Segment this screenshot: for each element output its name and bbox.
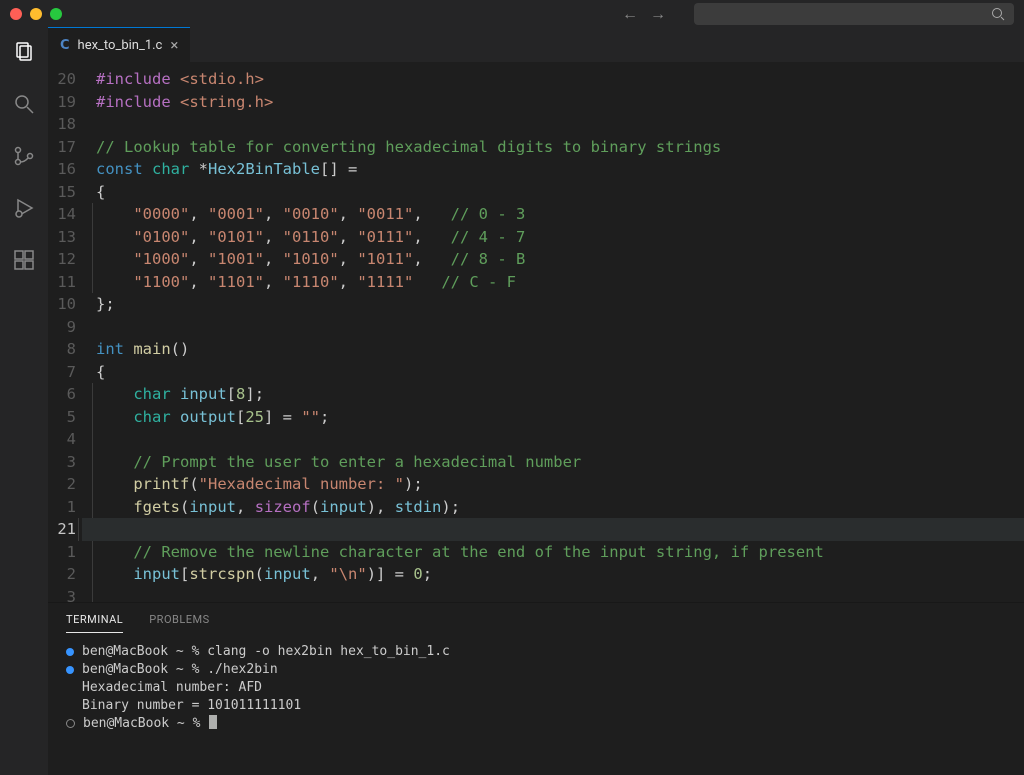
nav-back-icon[interactable]: ← bbox=[622, 4, 638, 24]
search-icon bbox=[990, 6, 1006, 22]
gutter: 201918171615141312111098765432121123 bbox=[48, 62, 82, 602]
minimize-window[interactable] bbox=[30, 8, 42, 20]
tab-bar: C hex_to_bin_1.c × bbox=[48, 28, 1024, 62]
run-icon[interactable] bbox=[8, 192, 40, 224]
terminal[interactable]: ben@MacBook ~ % clang -o hex2bin hex_to_… bbox=[48, 633, 1024, 775]
scm-icon[interactable] bbox=[8, 140, 40, 172]
activity-bar bbox=[0, 28, 48, 775]
tab-terminal[interactable]: TERMINAL bbox=[66, 613, 123, 633]
zoom-window[interactable] bbox=[50, 8, 62, 20]
bottom-panel: TERMINAL PROBLEMS ben@MacBook ~ % clang … bbox=[48, 602, 1024, 775]
code-editor[interactable]: 201918171615141312111098765432121123 #in… bbox=[48, 62, 1024, 602]
close-icon[interactable]: × bbox=[170, 36, 178, 54]
tab-hex-to-bin[interactable]: C hex_to_bin_1.c × bbox=[48, 27, 190, 62]
tab-filename: hex_to_bin_1.c bbox=[78, 38, 163, 53]
file-type-badge: C bbox=[60, 38, 70, 53]
explorer-icon[interactable] bbox=[8, 36, 40, 68]
extensions-icon[interactable] bbox=[8, 244, 40, 276]
code-content[interactable]: #include <stdio.h>#include <string.h> //… bbox=[82, 62, 1024, 602]
tab-problems[interactable]: PROBLEMS bbox=[149, 613, 209, 633]
title-bar: ← → bbox=[0, 0, 1024, 28]
window-controls bbox=[10, 8, 62, 20]
nav-forward-icon[interactable]: → bbox=[650, 4, 666, 24]
search-icon[interactable] bbox=[8, 88, 40, 120]
close-window[interactable] bbox=[10, 8, 22, 20]
command-search[interactable] bbox=[694, 3, 1014, 25]
